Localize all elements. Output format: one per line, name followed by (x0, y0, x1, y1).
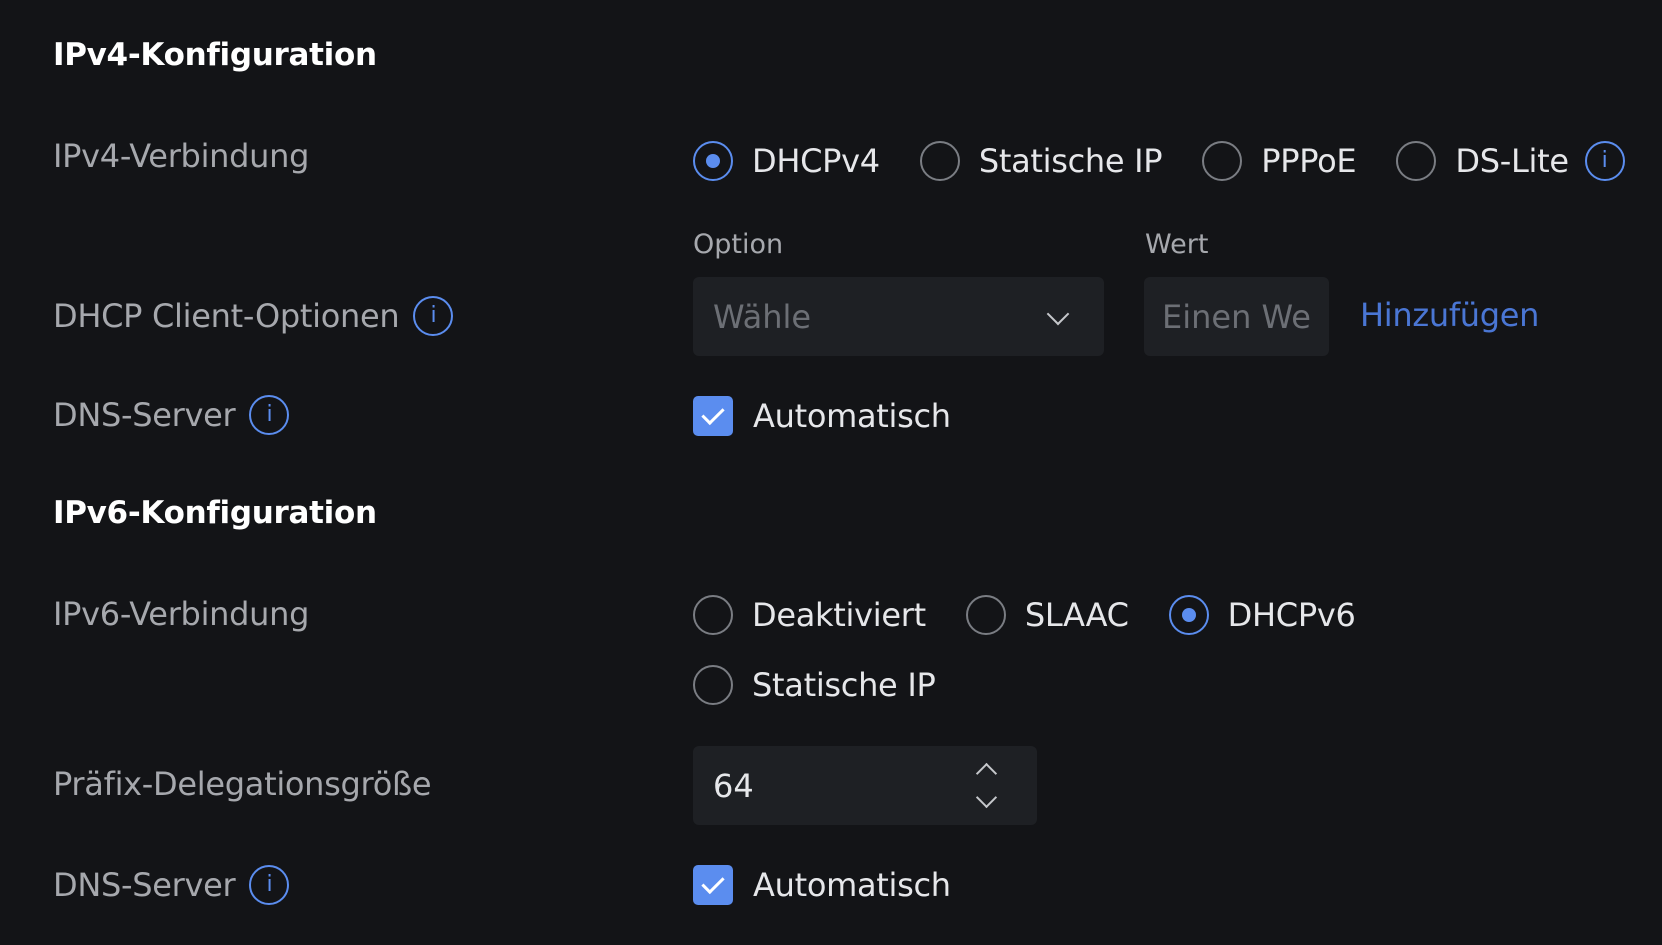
ipv6-dns-automatic-checkbox[interactable]: Automatisch (693, 865, 951, 905)
ipv6-connection-radio-group-row2: Statische IP (693, 665, 975, 705)
radio-ipv6-deaktiviert[interactable]: Deaktiviert (693, 595, 926, 635)
ipv6-section-heading: IPv6-Konfiguration (53, 495, 377, 531)
radio-indicator[interactable] (693, 665, 733, 705)
ipv4-section-heading: IPv4-Konfiguration (53, 37, 377, 73)
info-icon[interactable]: i (1584, 141, 1625, 181)
info-icon[interactable]: i (249, 395, 290, 435)
radio-selected-indicator[interactable] (693, 141, 733, 181)
radio-ipv4-pppoe[interactable]: PPPoE (1202, 141, 1357, 181)
radio-ipv6-static-ip[interactable]: Statische IP (693, 665, 936, 705)
add-dhcp-option-link[interactable]: Hinzufügen (1360, 296, 1539, 334)
radio-ipv6-dhcpv6[interactable]: DHCPv6 (1168, 595, 1356, 635)
chevron-down-icon[interactable] (971, 789, 1001, 815)
ipv4-connection-radio-group: DHCPv4 Statische IP PPPoE DS-Lite i (693, 141, 1625, 181)
ipv4-connection-label: IPv4-Verbindung (53, 137, 310, 175)
radio-indicator[interactable] (693, 595, 733, 635)
info-icon[interactable]: i (249, 865, 290, 905)
check-icon[interactable] (693, 396, 733, 436)
dhcp-value-input[interactable] (1144, 277, 1329, 356)
radio-ipv4-static-ip[interactable]: Statische IP (919, 141, 1163, 181)
dhcp-client-options-label: DHCP Client-Optionen i (53, 296, 454, 336)
dhcp-option-column-header: Option (693, 229, 784, 260)
radio-selected-indicator[interactable] (1168, 595, 1209, 635)
radio-indicator[interactable] (919, 141, 960, 181)
radio-indicator[interactable] (965, 595, 1006, 635)
prefix-delegation-size-stepper[interactable]: 64 (693, 746, 1037, 825)
radio-ipv4-dhcpv4[interactable]: DHCPv4 (693, 141, 880, 181)
ipv6-connection-radio-group: Deaktiviert SLAAC DHCPv6 (693, 595, 1396, 635)
chevron-up-icon[interactable] (971, 756, 1001, 782)
info-icon[interactable]: i (413, 296, 454, 336)
radio-indicator[interactable] (1396, 141, 1437, 181)
radio-ipv4-ds-lite[interactable]: DS-Lite (1396, 141, 1569, 181)
chevron-down-icon (1046, 302, 1070, 325)
dhcp-option-select[interactable]: Wähle (693, 277, 1104, 356)
ipv6-dns-server-label: DNS-Server i (53, 865, 290, 905)
radio-indicator[interactable] (1202, 141, 1243, 181)
radio-ipv6-slaac[interactable]: SLAAC (965, 595, 1129, 635)
ipv4-dns-automatic-checkbox[interactable]: Automatisch (693, 396, 951, 436)
network-settings-panel: IPv4-Konfiguration IPv4-Verbindung DHCPv… (0, 0, 1662, 945)
check-icon[interactable] (693, 865, 733, 905)
prefix-delegation-size-label: Präfix-Delegationsgröße (53, 765, 432, 803)
dhcp-value-column-header: Wert (1145, 229, 1209, 260)
ipv4-dns-server-label: DNS-Server i (53, 395, 290, 435)
ipv6-connection-label: IPv6-Verbindung (53, 595, 310, 633)
